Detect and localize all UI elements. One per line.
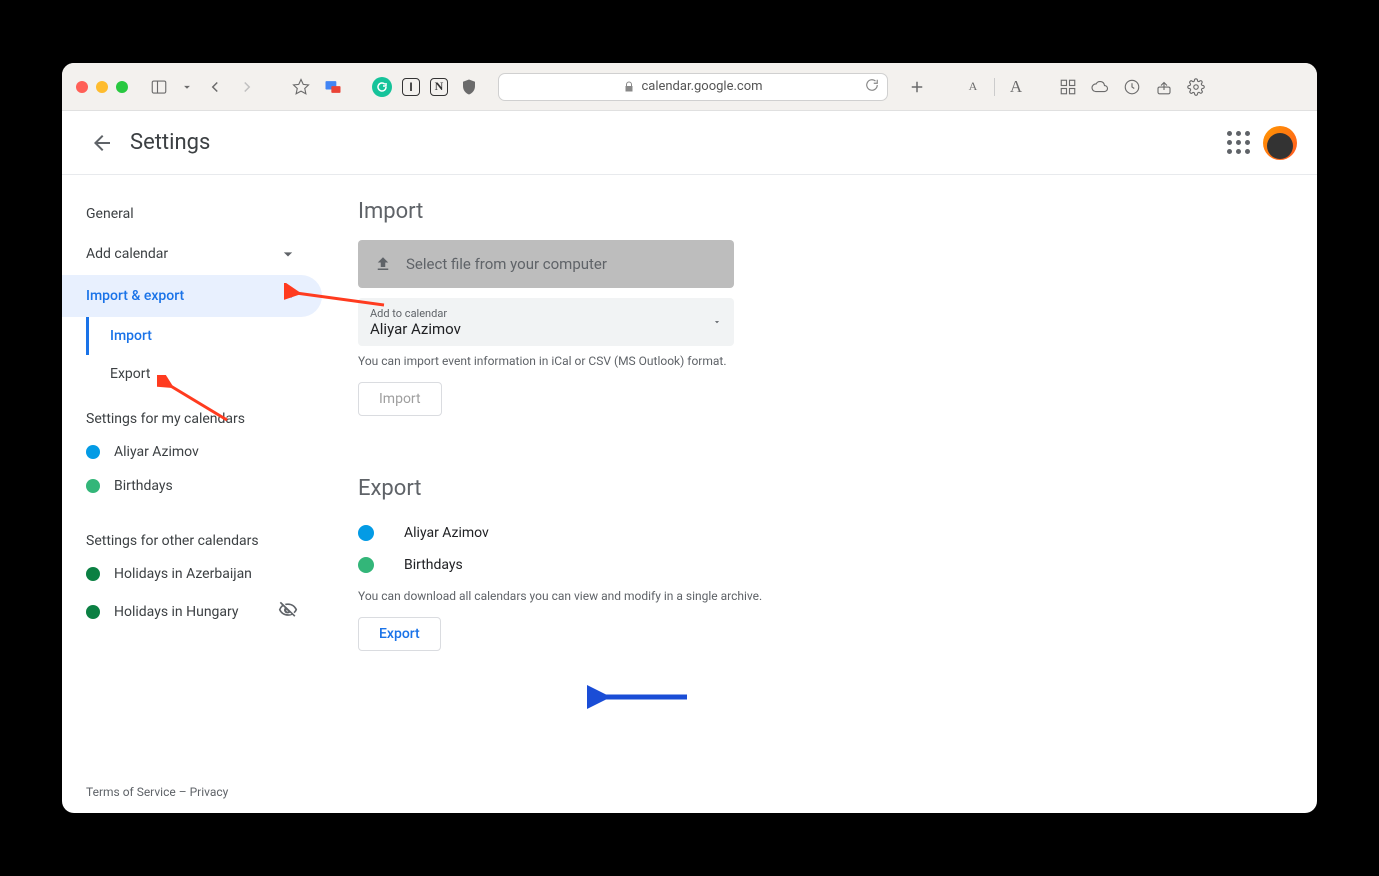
dropdown-triangle-icon: [712, 317, 722, 327]
calendar-color-dot: [86, 567, 100, 581]
back-arrow-icon[interactable]: [82, 123, 122, 163]
import-title: Import: [358, 199, 1281, 224]
window-controls: [76, 81, 128, 93]
calendar-name: Birthdays: [114, 478, 173, 494]
select-file-button[interactable]: Select file from your computer: [358, 240, 734, 288]
extension-instapaper-icon[interactable]: I: [402, 78, 420, 96]
calendar-name: Aliyar Azimov: [114, 444, 199, 460]
calendar-color-dot: [86, 445, 100, 459]
close-window[interactable]: [76, 81, 88, 93]
calendar-color-dot: [86, 605, 100, 619]
user-avatar[interactable]: [1263, 126, 1297, 160]
bookmarks-icon[interactable]: [290, 76, 312, 98]
apps-grid-icon[interactable]: [1227, 131, 1251, 155]
nav-add-calendar-label: Add calendar: [86, 246, 168, 262]
nav-general-label: General: [86, 206, 134, 222]
export-button[interactable]: Export: [358, 617, 441, 651]
my-calendars-label: Settings for my calendars: [62, 393, 322, 435]
new-tab-icon[interactable]: [906, 76, 928, 98]
nav-import-export[interactable]: Import & export: [62, 275, 322, 317]
terms-link[interactable]: Terms of Service: [86, 785, 176, 799]
share-icon[interactable]: [1153, 76, 1175, 98]
calendar-color-dot: [358, 525, 374, 541]
nav-forward-icon[interactable]: [236, 76, 258, 98]
select-value: Aliyar Azimov: [370, 320, 461, 338]
settings-sidebar: General Add calendar Import & export Imp…: [62, 175, 322, 777]
page-title: Settings: [130, 130, 210, 155]
browser-window: I N calendar.google.com A A: [62, 63, 1317, 813]
url-text: calendar.google.com: [641, 79, 762, 94]
nav-import-export-label: Import & export: [86, 288, 184, 304]
other-calendar-item[interactable]: Holidays in Hungary: [62, 591, 322, 633]
reload-icon[interactable]: [865, 78, 879, 96]
chevron-down-icon: [278, 244, 298, 264]
upload-icon: [374, 255, 392, 273]
import-help-text: You can import event information in iCal…: [358, 354, 1281, 368]
app-header: Settings: [62, 111, 1317, 175]
browser-toolbar: I N calendar.google.com A A: [62, 63, 1317, 111]
extension-pip-icon[interactable]: [322, 76, 344, 98]
import-button[interactable]: Import: [358, 382, 442, 416]
calendar-color-dot: [358, 557, 374, 573]
export-title: Export: [358, 476, 1281, 501]
calendar-name: Holidays in Hungary: [114, 604, 239, 620]
shield-icon[interactable]: [458, 76, 480, 98]
sidebar-toggle-icon[interactable]: [148, 76, 170, 98]
history-icon[interactable]: [1121, 76, 1143, 98]
nav-sub-import-label: Import: [110, 328, 152, 344]
nav-back-icon[interactable]: [204, 76, 226, 98]
chevron-up-icon: [278, 286, 298, 306]
extension-grammarly-icon[interactable]: [372, 77, 392, 97]
settings-gear-icon[interactable]: [1185, 76, 1207, 98]
export-help-text: You can download all calendars you can v…: [358, 589, 1281, 603]
app-content: Settings General Add calendar: [62, 111, 1317, 813]
nav-sub-export[interactable]: Export: [62, 355, 322, 393]
footer: Terms of Service – Privacy: [62, 777, 1317, 813]
privacy-link[interactable]: Privacy: [190, 785, 229, 799]
calendar-color-dot: [86, 479, 100, 493]
footer-separator: –: [176, 785, 190, 799]
select-label: Add to calendar: [370, 307, 461, 320]
main-content: Import Select file from your computer Ad…: [322, 175, 1317, 777]
minimize-window[interactable]: [96, 81, 108, 93]
nav-add-calendar[interactable]: Add calendar: [62, 233, 322, 275]
calendar-name: Aliyar Azimov: [404, 525, 489, 541]
visibility-off-icon[interactable]: [278, 600, 298, 624]
add-to-calendar-select[interactable]: Add to calendar Aliyar Azimov: [358, 298, 734, 346]
my-calendar-item[interactable]: Aliyar Azimov: [62, 435, 322, 469]
export-section: Export Aliyar Azimov Birthdays You can d…: [358, 476, 1281, 651]
other-calendar-item[interactable]: Holidays in Azerbaijan: [62, 557, 322, 591]
body-area: General Add calendar Import & export Imp…: [62, 175, 1317, 777]
nav-sub-import[interactable]: Import: [86, 317, 322, 355]
select-file-label: Select file from your computer: [406, 255, 607, 273]
export-calendar-item: Aliyar Azimov: [358, 517, 1281, 549]
font-large-icon[interactable]: A: [1005, 76, 1027, 98]
maximize-window[interactable]: [116, 81, 128, 93]
my-calendar-item[interactable]: Birthdays: [62, 469, 322, 503]
font-small-icon[interactable]: A: [962, 76, 984, 98]
tabs-overview-icon[interactable]: [1057, 76, 1079, 98]
export-calendar-item: Birthdays: [358, 549, 1281, 581]
nav-general[interactable]: General: [62, 195, 322, 233]
other-calendars-label: Settings for other calendars: [62, 503, 322, 557]
dropdown-icon[interactable]: [180, 76, 194, 98]
calendar-name: Birthdays: [404, 557, 463, 573]
cloud-icon[interactable]: [1089, 76, 1111, 98]
lock-icon: [623, 81, 635, 93]
nav-sub-export-label: Export: [110, 366, 150, 382]
extension-notion-icon[interactable]: N: [430, 78, 448, 96]
import-section: Import Select file from your computer Ad…: [358, 199, 1281, 416]
address-bar[interactable]: calendar.google.com: [498, 73, 888, 101]
calendar-name: Holidays in Azerbaijan: [114, 566, 252, 582]
